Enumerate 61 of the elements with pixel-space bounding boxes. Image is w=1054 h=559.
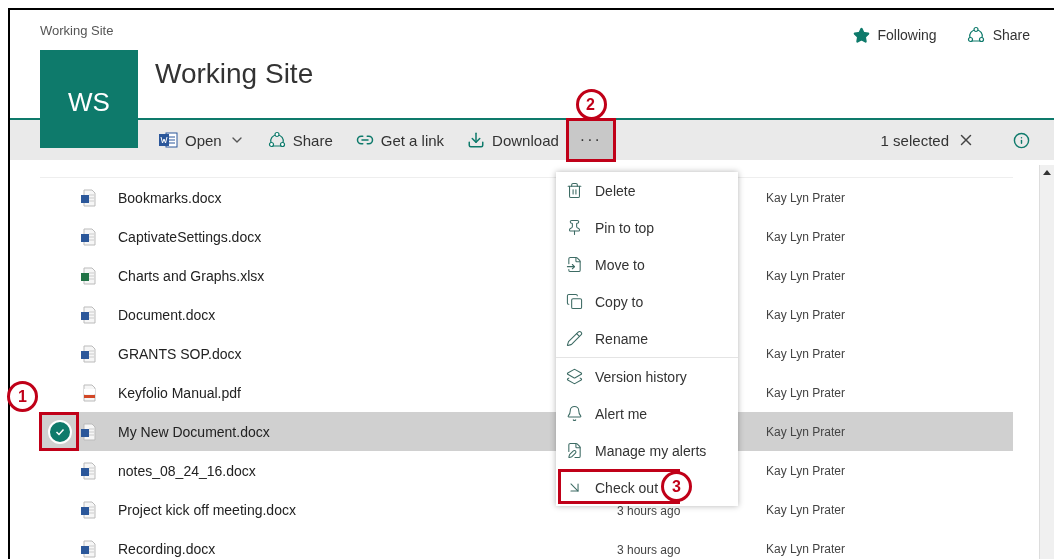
modified-by: Kay Lyn Prater (766, 541, 846, 556)
download-icon (467, 131, 486, 149)
selected-check-icon[interactable] (48, 419, 72, 444)
file-name[interactable]: Recording.docx (118, 540, 617, 557)
menu-item[interactable]: Move to (556, 246, 738, 283)
pin-icon (566, 219, 583, 236)
step-number: 2 (575, 89, 607, 120)
excel-file-icon (80, 266, 96, 285)
menu-item[interactable]: Version history (556, 358, 738, 395)
modified-time: 3 hours ago (617, 542, 681, 557)
info-button[interactable] (1013, 131, 1030, 149)
toolbar-button[interactable]: Get a link (355, 120, 456, 160)
share-icon (267, 131, 286, 149)
menu-item[interactable]: Delete (556, 172, 738, 209)
toolbar-button[interactable]: Share (267, 120, 344, 160)
toolbar-button[interactable]: Download (467, 120, 570, 160)
modified-by: Kay Lyn Prater (766, 229, 846, 244)
pdf-file-icon (80, 383, 96, 402)
breadcrumb[interactable]: Working Site (40, 22, 823, 38)
modified-by: Kay Lyn Prater (766, 268, 846, 283)
menu-item[interactable]: Alert me (556, 395, 738, 432)
selection-count: 1 selected (880, 131, 949, 149)
word-icon (158, 131, 178, 149)
menu-item[interactable]: Manage my alerts (556, 432, 738, 469)
modified-time: 3 hours ago (617, 503, 681, 518)
bell-icon (566, 405, 583, 422)
modified-by: Kay Lyn Prater (766, 190, 846, 205)
trash-icon (566, 182, 583, 199)
version-history-icon (566, 368, 583, 385)
modified-by: Kay Lyn Prater (766, 463, 846, 478)
word-file-icon (80, 188, 96, 207)
modified-by: Kay Lyn Prater (766, 346, 846, 361)
site-title: Working Site (155, 58, 315, 90)
menu-item[interactable]: Copy to (556, 283, 738, 320)
word-file-icon (80, 422, 96, 441)
toolbar-button[interactable]: Open (158, 120, 256, 160)
step-number: 3 (661, 471, 692, 502)
highlight-frame (565, 118, 616, 162)
modified-by: Kay Lyn Prater (766, 424, 846, 439)
following-button[interactable]: Following (852, 26, 937, 44)
move-icon (566, 256, 583, 273)
modified-by: Kay Lyn Prater (766, 307, 846, 322)
share-button[interactable]: Share (966, 26, 1030, 44)
edit-alerts-icon (566, 442, 583, 459)
word-file-icon (80, 344, 96, 363)
modified-by: Kay Lyn Prater (766, 502, 846, 517)
highlight-frame (39, 412, 79, 451)
share-icon (966, 26, 985, 44)
menu-item[interactable]: Rename (556, 320, 738, 357)
word-file-icon (80, 305, 96, 324)
pencil-icon (566, 330, 583, 347)
modified-by: Kay Lyn Prater (766, 385, 846, 400)
menu-item[interactable]: Check out 3 (556, 469, 738, 506)
word-file-icon (80, 461, 96, 480)
copy-icon (566, 293, 583, 310)
menu-item[interactable]: Pin to top (556, 209, 738, 246)
site-logo: WS (40, 50, 138, 148)
word-file-icon (80, 227, 96, 246)
scrollbar[interactable] (1039, 165, 1054, 559)
step-number: 1 (7, 381, 38, 412)
word-file-icon (80, 500, 96, 519)
